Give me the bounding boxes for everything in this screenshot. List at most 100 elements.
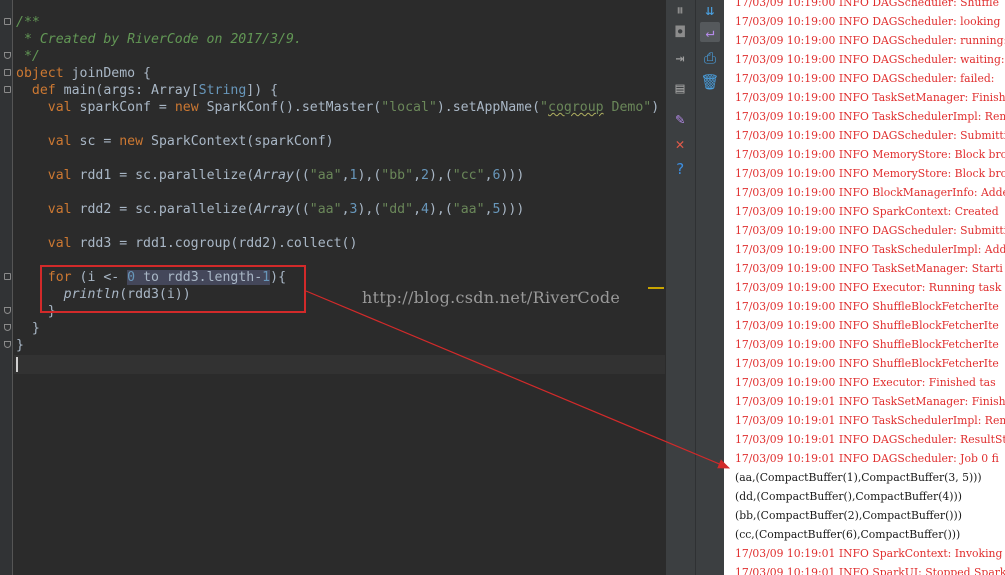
fold-marker-icon[interactable] bbox=[4, 18, 11, 25]
log-line: 17/03/09 10:19:00 INFO DAGScheduler: loo… bbox=[735, 15, 1001, 28]
code-token: val bbox=[47, 202, 80, 217]
code-token: "aa" bbox=[309, 168, 342, 183]
code-token: */ bbox=[16, 49, 40, 64]
code-token: , bbox=[484, 168, 493, 183]
code-token: rdd2 = sc.parallelize( bbox=[79, 202, 255, 217]
code-token: * Created by RiverCode on 2017/3/9. bbox=[16, 32, 302, 47]
code-token: ),( bbox=[357, 202, 382, 217]
editor-gutter bbox=[0, 0, 13, 575]
fold-end-marker-icon[interactable] bbox=[4, 324, 11, 331]
camera-icon[interactable]: ◘ bbox=[670, 22, 690, 42]
code-token: Array bbox=[254, 202, 294, 217]
log-line: 17/03/09 10:19:00 INFO MemoryStore: Bloc… bbox=[735, 167, 1005, 180]
log-line: 17/03/09 10:19:00 INFO TaskSetManager: S… bbox=[735, 262, 1003, 275]
annotation-highlight-box bbox=[40, 265, 306, 313]
log-line: 17/03/09 10:19:00 INFO TaskSchedulerImpl… bbox=[735, 243, 1005, 256]
log-line: 17/03/09 10:19:00 INFO DAGScheduler: fai… bbox=[735, 72, 998, 85]
log-line: 17/03/09 10:19:00 INFO DAGScheduler: run… bbox=[735, 34, 1005, 47]
fold-marker-icon[interactable] bbox=[4, 86, 11, 93]
log-line: 17/03/09 10:19:00 INFO Executor: Running… bbox=[735, 281, 1002, 294]
log-line: 17/03/09 10:19:00 INFO TaskSetManager: F… bbox=[735, 91, 1005, 104]
code-token: "aa" bbox=[452, 202, 485, 217]
code-token: object bbox=[16, 66, 72, 81]
code-token: 4 bbox=[421, 202, 429, 217]
code-token: val bbox=[47, 100, 80, 115]
code-line: val sparkConf = new SparkConf().setMaste… bbox=[16, 98, 659, 117]
log-line: 17/03/09 10:19:01 INFO SparkContext: Inv… bbox=[735, 547, 1003, 560]
output-line: (dd,(CompactBuffer(),CompactBuffer(4))) bbox=[735, 490, 962, 503]
exit-icon[interactable]: ⇥ bbox=[670, 48, 690, 68]
log-line: 17/03/09 10:19:00 INFO ShuffleBlockFetch… bbox=[735, 338, 999, 351]
log-line: 17/03/09 10:19:01 INFO TaskSchedulerImpl… bbox=[735, 414, 1005, 427]
scroll-to-end-icon[interactable]: ⇊ bbox=[700, 0, 720, 20]
code-token: " bbox=[540, 100, 548, 115]
pin-icon[interactable]: ✎ bbox=[670, 109, 690, 129]
log-line: 17/03/09 10:19:00 INFO SparkContext: Cre… bbox=[735, 205, 1003, 218]
help-icon[interactable]: ? bbox=[670, 159, 690, 179]
fold-marker-icon[interactable] bbox=[4, 69, 11, 76]
run-tool-window-toolbar: ⏸ ◘ ⇥ ▤ ✎ ✕? ⇊ ↵ ⎙ 🗑 bbox=[665, 0, 724, 575]
log-line: 17/03/09 10:19:00 INFO DAGScheduler: Sub… bbox=[735, 129, 1005, 142]
log-line: 17/03/09 10:19:01 INFO TaskSetManager: F… bbox=[735, 395, 1005, 408]
fold-end-marker-icon[interactable] bbox=[4, 52, 11, 59]
toolbar-left-column: ⏸ ◘ ⇥ ▤ ✎ ✕? bbox=[666, 0, 694, 575]
code-token: "local" bbox=[381, 100, 437, 115]
code-token: val bbox=[47, 236, 80, 251]
code-token: 2 bbox=[421, 168, 429, 183]
code-line: val rdd1 = sc.parallelize(Array(("aa",1)… bbox=[16, 166, 525, 185]
code-token: String bbox=[198, 83, 247, 98]
code-line: val sc = new SparkContext(sparkConf) bbox=[16, 132, 334, 151]
code-line: val rdd3 = rdd1.cogroup(rdd2).collect() bbox=[16, 234, 358, 253]
code-token: ),( bbox=[357, 168, 382, 183]
soft-wrap-icon[interactable]: ↵ bbox=[700, 22, 720, 42]
layout-icon[interactable]: ▤ bbox=[670, 78, 690, 98]
watermark-text: http://blog.csdn.net/RiverCode bbox=[362, 288, 621, 307]
fold-end-marker-icon[interactable] bbox=[4, 307, 11, 314]
code-token: ),( bbox=[428, 202, 453, 217]
code-token: Array bbox=[254, 168, 294, 183]
code-line: * Created by RiverCode on 2017/3/9. bbox=[16, 30, 302, 49]
code-token: new bbox=[174, 100, 207, 115]
code-token: cogroup bbox=[548, 100, 604, 115]
code-token: (( bbox=[293, 202, 310, 217]
log-line: 17/03/09 10:19:01 INFO DAGScheduler: Res… bbox=[735, 433, 1005, 446]
code-token: ]) { bbox=[246, 83, 279, 98]
current-line-highlight bbox=[14, 355, 665, 374]
code-token: sparkConf = bbox=[79, 100, 175, 115]
fold-end-marker-icon[interactable] bbox=[4, 341, 11, 348]
code-token: , bbox=[341, 202, 350, 217]
code-line: val rdd2 = sc.parallelize(Array(("aa",3)… bbox=[16, 200, 525, 219]
log-line: 17/03/09 10:19:01 INFO SparkUI: Stopped … bbox=[735, 566, 1005, 575]
code-editor[interactable]: /** * Created by RiverCode on 2017/3/9. … bbox=[0, 0, 665, 575]
code-token: rdd3 = rdd1.cogroup(rdd2).collect() bbox=[79, 236, 358, 251]
code-token: val bbox=[47, 134, 80, 149]
close-icon[interactable]: ✕ bbox=[670, 134, 690, 154]
trash-icon[interactable]: 🗑 bbox=[700, 72, 720, 92]
log-line: 17/03/09 10:19:00 INFO BlockManagerInfo:… bbox=[735, 186, 1005, 199]
code-token: "dd" bbox=[381, 202, 414, 217]
print-icon[interactable]: ⎙ bbox=[700, 48, 720, 68]
output-line: (bb,(CompactBuffer(2),CompactBuffer())) bbox=[735, 509, 962, 522]
code-token: "bb" bbox=[381, 168, 414, 183]
code-token: main(args: Array[ bbox=[63, 83, 199, 98]
output-line: (aa,(CompactBuffer(1),CompactBuffer(3, 5… bbox=[735, 471, 982, 484]
code-token: "cc" bbox=[452, 168, 485, 183]
code-token: , bbox=[413, 202, 422, 217]
log-line: 17/03/09 10:19:00 INFO DAGScheduler: wai… bbox=[735, 53, 1005, 66]
code-token: joinDemo { bbox=[71, 66, 151, 81]
pause-icon[interactable]: ⏸ bbox=[670, 0, 690, 20]
log-line: 17/03/09 10:19:00 INFO ShuffleBlockFetch… bbox=[735, 357, 999, 370]
code-token: (( bbox=[293, 168, 310, 183]
run-console-output[interactable]: 17/03/09 10:19:00 INFO DAGScheduler: Shu… bbox=[724, 0, 1005, 575]
code-token: val bbox=[47, 168, 80, 183]
code-token: rdd1 = sc.parallelize( bbox=[79, 168, 255, 183]
log-line: 17/03/09 10:19:00 INFO ShuffleBlockFetch… bbox=[735, 300, 999, 313]
toolbar-right-column: ⇊ ↵ ⎙ 🗑 bbox=[696, 0, 724, 575]
log-line: 17/03/09 10:19:01 INFO DAGScheduler: Job… bbox=[735, 452, 999, 465]
fold-marker-icon[interactable] bbox=[4, 273, 11, 280]
